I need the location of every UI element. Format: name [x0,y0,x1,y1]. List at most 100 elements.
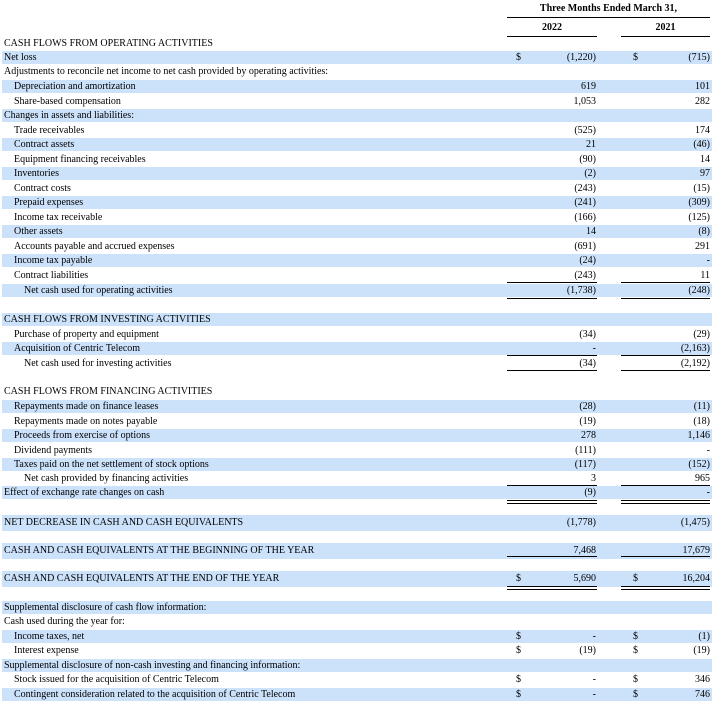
value-2021: (1) [698,631,710,642]
value-2021: (15) [693,183,710,194]
value-2021: - [706,255,710,266]
total-rule-2021 [621,556,710,557]
value-2021: (29) [693,329,710,340]
row-label: Net loss [4,52,37,63]
row-label: Stock issued for the acquisition of Cent… [14,674,219,685]
total-rule-2022 [507,485,597,486]
value-2021: (309) [688,197,710,208]
table-row: Contract costs (243) (15) [2,182,712,195]
total-rule-2021 [621,355,710,356]
value-2022: - [592,631,596,642]
table-row: Acquisition of Centric Telecom - (2,163) [2,342,712,355]
row-label: Trade receivables [14,125,85,136]
table-row: Net loss $ $ (1,220) (715) [2,51,712,64]
total-rule-2022 [507,500,597,501]
value-2021: (248) [688,285,710,296]
table-row: Proceeds from exercise of options 278 1,14… [2,429,712,442]
table-row: CASH FLOWS FROM INVESTING ACTIVITIES [2,313,712,326]
value-2022: (243) [574,183,596,194]
table-row: CASH FLOWS FROM FINANCING ACTIVITIES [2,385,712,398]
row-label: Adjustments to reconcile net income to n… [4,66,329,77]
table-row: Cash used during the year for: [2,615,712,628]
table-row: Net cash used for investing activities (3… [2,357,712,370]
row-label: NET DECREASE IN CASH AND CASH EQUIVALENT… [4,517,244,528]
total-rule-2022 [507,556,597,557]
total-rule-2022 [507,282,597,283]
period-header: Three Months Ended March 31, [539,3,678,14]
value-2022: (24) [579,255,596,266]
table-row: Contract assets 21 (46) [2,138,712,151]
value-2021: 965 [695,473,710,484]
row-label: CASH AND CASH EQUIVALENTS AT THE END OF … [4,573,280,584]
value-2022: - [592,674,596,685]
table-row: Net cash provided by financing activitie… [2,472,712,485]
table-row: Other assets 14 (8) [2,225,712,238]
total-rule-2022 [507,355,597,356]
row-label: Changes in assets and liabilities: [4,110,134,121]
row-label: Contract assets [14,139,75,150]
table-row: Effect of exchange rate changes on cash (… [2,486,712,499]
table-row: Supplemental disclosure of cash flow inf… [2,601,712,614]
row-label: CASH AND CASH EQUIVALENTS AT THE BEGINNI… [4,545,315,556]
value-2022: (1,220) [566,52,596,63]
value-2021: (18) [693,416,710,427]
total-rule-2022 [507,503,597,504]
value-2022: - [592,689,596,700]
total-rule-2021 [621,500,710,501]
value-2022: 3 [591,473,596,484]
value-2021: (125) [688,212,710,223]
table-row: Changes in assets and liabilities: [2,109,712,122]
table-row: Contract liabilities (243) 11 [2,269,712,282]
value-2021: (19) [693,645,710,656]
total-rule-2021 [621,298,710,299]
row-label: Income tax payable [14,255,93,266]
row-label: Cash used during the year for: [4,616,125,627]
row-label: Net cash provided by financing activitie… [24,473,189,484]
value-2022: 14 [586,226,596,237]
table-row: Inventories (2) 97 [2,167,712,180]
value-2022: (1,738) [566,285,596,296]
row-label: Net cash used for investing activities [24,358,172,369]
row-label: Equipment financing receivables [14,154,146,165]
value-2022: (28) [579,401,596,412]
row-label: Repayments made on finance leases [14,401,159,412]
row-label: Dividend payments [14,445,93,456]
total-rule-2021 [621,586,710,587]
value-2021: (11) [693,401,710,412]
table-row: Contingent consideration related to the … [2,688,712,701]
table-row: Income tax payable (24) - [2,254,712,267]
value-2022: (19) [579,416,596,427]
value-2022: (19) [579,645,596,656]
value-2022: (34) [579,329,596,340]
table-row: Trade receivables (525) 174 [2,124,712,137]
row-label: Other assets [14,226,63,237]
value-2021: 174 [695,125,710,136]
row-label: Acquisition of Centric Telecom [14,343,141,354]
row-label: Prepaid expenses [14,197,84,208]
total-rule-2021 [621,503,710,504]
value-2021: 282 [695,96,710,107]
value-2021: - [706,445,710,456]
table-row: CASH AND CASH EQUIVALENTS AT THE BEGINNI… [2,543,712,559]
row-label: Repayments made on notes payable [14,416,158,427]
table-row: Supplemental disclosure of non-cash inve… [2,659,712,672]
table-row: Depreciation and amortization 619 101 [2,80,712,93]
value-2021: 291 [695,241,710,252]
row-label: CASH FLOWS FROM OPERATING ACTIVITIES [4,38,213,49]
total-rule-2022 [507,589,597,590]
row-label: Net cash used for operating activities [24,285,173,296]
value-2022: (117) [574,459,596,470]
row-label: Purchase of property and equipment [14,329,159,340]
value-2021: (1,475) [680,517,710,528]
table-row: Net cash used for operating activities (1… [2,284,712,297]
row-label: Proceeds from exercise of options [14,430,151,441]
total-rule-2021 [621,370,710,371]
value-2022: 619 [581,81,596,92]
row-label: CASH FLOWS FROM FINANCING ACTIVITIES [4,386,213,397]
value-2022: 5,690 [573,573,597,584]
table-row: NET DECREASE IN CASH AND CASH EQUIVALENT… [2,515,712,531]
total-rule-2022 [507,370,597,371]
value-2021: 14 [700,154,710,165]
table-row: CASH FLOWS FROM OPERATING ACTIVITIES [2,37,712,50]
row-label: Contract costs [14,183,71,194]
